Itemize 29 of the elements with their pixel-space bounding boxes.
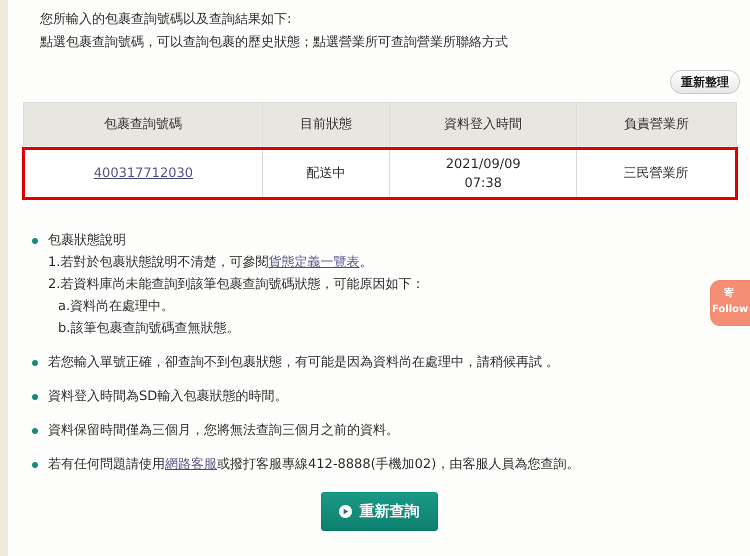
bullet-icon: [32, 238, 38, 244]
bullet-icon: [32, 360, 38, 366]
refresh-button[interactable]: 重新整理: [670, 70, 740, 94]
note-text: b.該筆包裹查詢號碼查無狀態。: [57, 320, 240, 338]
intro-text: 點選包裹查詢號碼，可以查詢包裹的歷史狀態；點選營業所可查詢營業所聯絡方式: [40, 34, 509, 52]
column-header: 包裹查詢號碼: [24, 102, 262, 148]
table-cell: 三民營業所: [576, 148, 736, 198]
tracking-number-link[interactable]: 400317712030: [94, 166, 194, 181]
note-text: 若您輸入單號正確，卻查詢不到包裹狀態，有可能是因為資料尚在處理中，請稍候再試 。: [48, 354, 560, 372]
play-icon: [338, 504, 352, 518]
note-text: 資料保留時間僅為三個月，您將無法查詢三個月之前的資料。: [48, 422, 399, 440]
text-link[interactable]: 貨態定義一覽表: [268, 255, 360, 270]
intro-text: 您所輸入的包裹查詢號碼以及查詢結果如下:: [40, 11, 292, 29]
text-link[interactable]: 網路客服: [165, 457, 217, 472]
note-title: 包裹狀態說明: [48, 232, 126, 250]
column-header: 資料登入時間: [390, 102, 577, 148]
note-text: 1.若對於包裹狀態說明不清楚，可參閱貨態定義一覽表。: [48, 254, 372, 272]
bullet-icon: [32, 394, 38, 400]
note-text: a.資料尚在處理中。: [57, 298, 174, 316]
table-cell: 2021/09/09 07:38: [390, 148, 577, 198]
bullet-icon: [32, 462, 38, 468]
note-text: 若有任何問題請使用網路客服或撥打客服專線412-8888(手機加02)，由客服人員為您查詢。: [48, 456, 580, 474]
column-header: 負責營業所: [576, 102, 736, 148]
note-text: 資料登入時間為SD輸入包裹狀態的時間。: [48, 388, 288, 406]
column-header: 目前狀態: [262, 102, 390, 148]
bullet-icon: [32, 428, 38, 434]
table-cell: 配送中: [262, 148, 390, 198]
query-again-button[interactable]: 重新查詢: [320, 492, 438, 530]
note-text: 2.若資料庫尚未能查詢到該筆包裹查詢號碼狀態，可能原因如下：: [48, 276, 424, 294]
